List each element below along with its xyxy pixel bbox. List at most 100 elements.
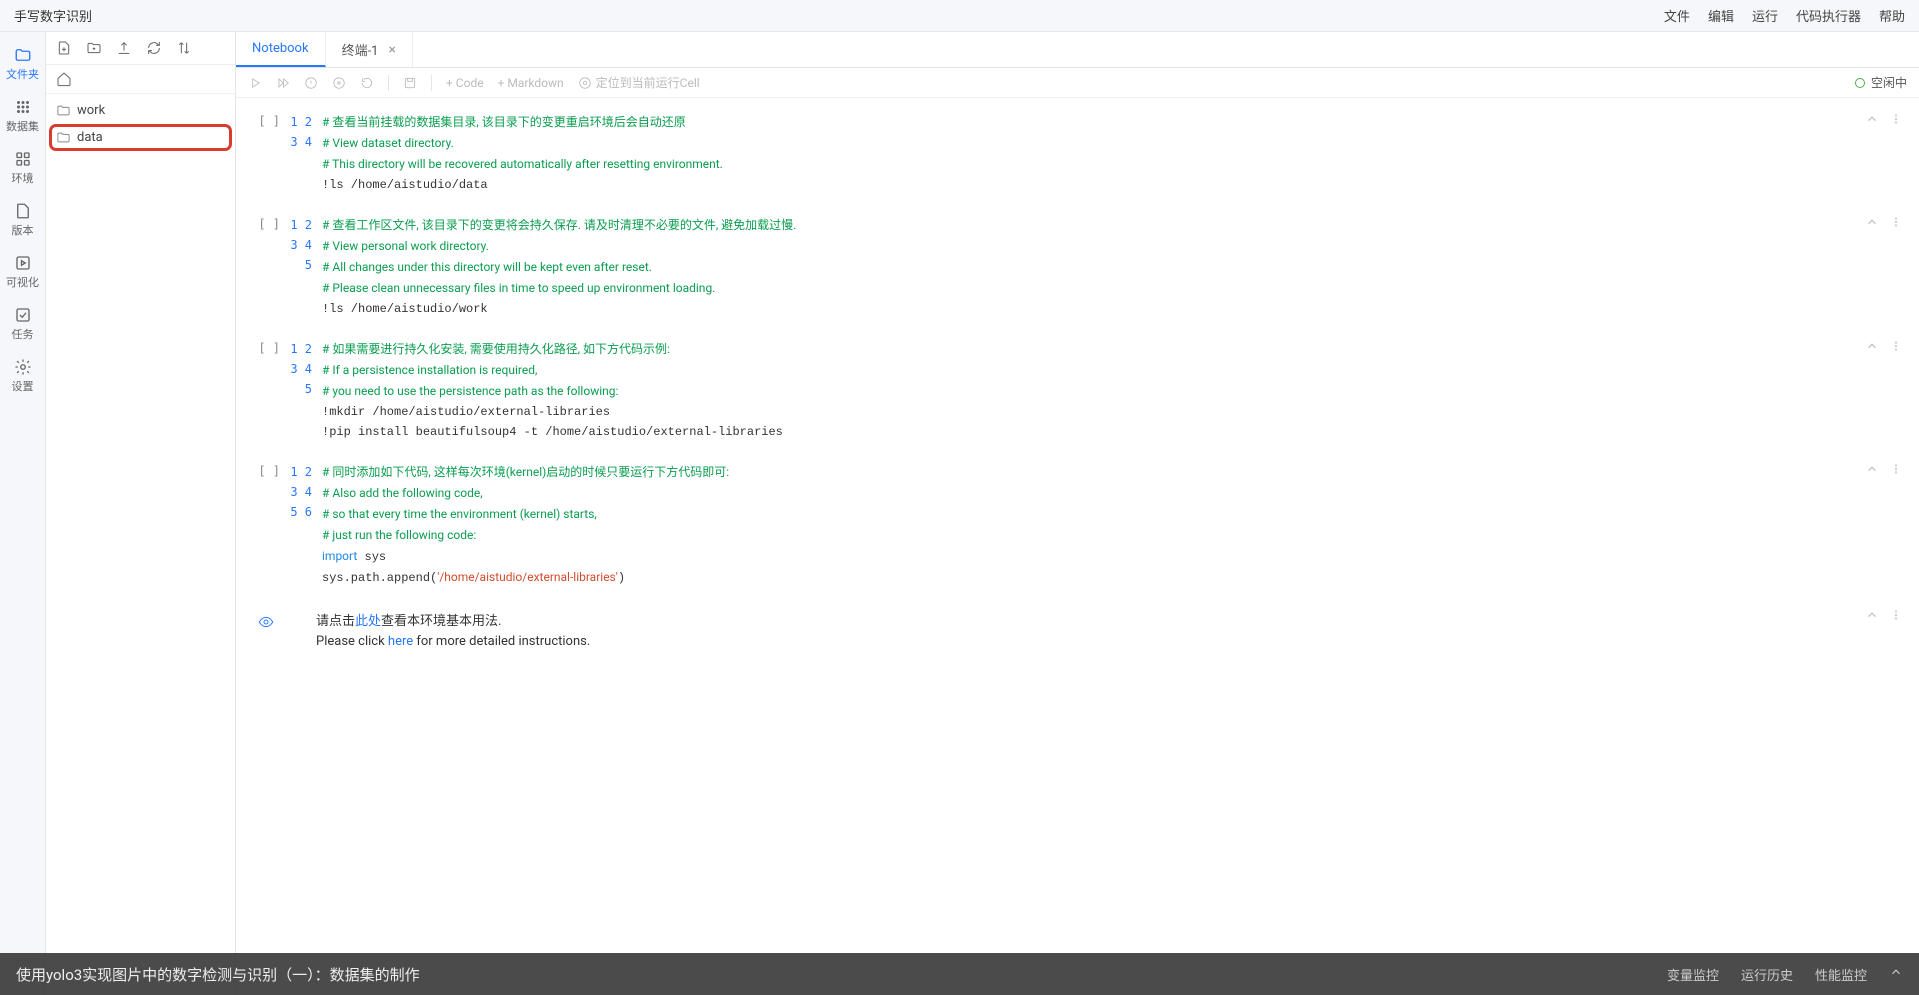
menu-run[interactable]: 运行 [1752, 6, 1778, 25]
file-item-data[interactable]: data [50, 125, 231, 150]
goto-running-cell[interactable]: 定位到当前运行Cell [578, 74, 700, 91]
code-cell[interactable]: [ ]1 2 3 4 5 6# 同时添加如下代码, 这样每次环境(kernel)… [246, 462, 1909, 588]
cell-prompt: [ ] [246, 112, 286, 195]
md-link-2[interactable]: here [388, 634, 413, 649]
menu-file[interactable]: 文件 [1664, 6, 1690, 25]
cell-code[interactable]: # 如果需要进行持久化安装, 需要使用持久化路径, 如下方代码示例: # If … [322, 339, 1909, 442]
rail-item-doc[interactable]: 版本 [0, 194, 45, 246]
topbar-menus: 文件 编辑 运行 代码执行器 帮助 [1664, 6, 1905, 25]
md-link-1[interactable]: 此处 [355, 614, 381, 629]
breadcrumb-home[interactable] [46, 65, 235, 94]
run-icon[interactable] [248, 76, 262, 90]
line-numbers: 1 2 3 4 [286, 112, 322, 195]
kernel-status-dot [1855, 78, 1865, 88]
line-numbers: 1 2 3 4 5 6 [286, 462, 322, 588]
bottom-perf-monitor[interactable]: 性能监控 [1815, 965, 1867, 984]
rail-label: 可视化 [6, 274, 39, 290]
rail-item-check[interactable]: 任务 [0, 298, 45, 350]
kernel-status-text: 空闲中 [1871, 74, 1907, 91]
menu-executor[interactable]: 代码执行器 [1796, 6, 1861, 25]
collapse-icon[interactable] [1865, 608, 1879, 622]
tab-终端-1[interactable]: 终端-1 × [326, 32, 413, 67]
line-numbers: 1 2 3 4 5 [286, 339, 322, 442]
code-cell[interactable]: [ ]1 2 3 4 5# 如果需要进行持久化安装, 需要使用持久化路径, 如下… [246, 339, 1909, 442]
app-title: 手写数字识别 [14, 6, 92, 25]
upload-icon[interactable] [116, 40, 132, 56]
cell-prompt: [ ] [246, 215, 286, 319]
file-list: work data [46, 94, 235, 995]
run-all-icon[interactable] [276, 76, 290, 90]
sort-icon[interactable] [176, 40, 192, 56]
rail-label: 数据集 [6, 118, 39, 134]
eye-icon [246, 612, 286, 652]
rail-label: 设置 [12, 378, 34, 394]
gear-icon [14, 358, 32, 376]
menu-edit[interactable]: 编辑 [1708, 6, 1734, 25]
add-markdown-button[interactable]: + Markdown [498, 76, 564, 90]
rail-item-folder[interactable]: 文件夹 [0, 38, 45, 90]
file-item-work[interactable]: work [46, 98, 235, 123]
rail-label: 环境 [12, 170, 34, 186]
cell-code[interactable]: # 查看工作区文件, 该目录下的变更将会持久保存. 请及时清理不必要的文件, 避… [322, 215, 1909, 319]
folder-icon [14, 46, 32, 64]
content-area: Notebook 终端-1 × + Code + Markdown 定位到当前运行C… [236, 32, 1919, 995]
code-cell[interactable]: [ ]1 2 3 4# 查看当前挂载的数据集目录, 该目录下的变更重启环境后会自… [246, 112, 1909, 195]
restart-icon[interactable] [360, 76, 374, 90]
left-rail: 文件夹数据集环境版本可视化任务设置 [0, 32, 46, 995]
toolbar-separator [388, 75, 389, 91]
new-folder-icon[interactable] [86, 40, 102, 56]
new-file-icon[interactable] [56, 40, 72, 56]
refresh-icon[interactable] [146, 40, 162, 56]
collapse-icon[interactable] [1865, 339, 1879, 353]
bottom-var-monitor[interactable]: 变量监控 [1667, 965, 1719, 984]
markdown-content: 请点击此处查看本环境基本用法.Please click here for mor… [286, 612, 1909, 652]
file-panel: work data [46, 32, 236, 995]
save-icon[interactable] [403, 76, 417, 90]
close-icon[interactable]: × [388, 42, 395, 58]
bottom-run-history[interactable]: 运行历史 [1741, 965, 1793, 984]
markdown-cell[interactable]: 请点击此处查看本环境基本用法.Please click here for mor… [246, 608, 1909, 656]
tab-Notebook[interactable]: Notebook [236, 32, 326, 67]
rail-item-play[interactable]: 可视化 [0, 246, 45, 298]
more-icon[interactable] [1889, 339, 1903, 353]
more-icon[interactable] [1889, 112, 1903, 126]
bottom-bar: 使用yolo3实现图片中的数字检测与识别（一）：数据集的制作 变量监控 运行历史… [0, 953, 1919, 995]
collapse-icon[interactable] [1865, 112, 1879, 126]
more-icon[interactable] [1889, 608, 1903, 622]
bottom-title: 使用yolo3实现图片中的数字检测与识别（一）：数据集的制作 [16, 964, 420, 985]
cell-code[interactable]: # 查看当前挂载的数据集目录, 该目录下的变更重启环境后会自动还原 # View… [322, 112, 1909, 195]
collapse-icon[interactable] [1865, 462, 1879, 476]
interrupt-icon[interactable] [332, 76, 346, 90]
rail-label: 任务 [12, 326, 34, 342]
stop-icon[interactable] [304, 76, 318, 90]
grid-icon [14, 98, 32, 116]
chevron-up-icon[interactable] [1889, 965, 1903, 983]
menu-help[interactable]: 帮助 [1879, 6, 1905, 25]
collapse-icon[interactable] [1865, 215, 1879, 229]
more-icon[interactable] [1889, 462, 1903, 476]
notebook-toolbar: + Code + Markdown 定位到当前运行Cell 空闲中 [236, 68, 1919, 98]
check-icon [14, 306, 32, 324]
file-name: work [77, 103, 105, 118]
cell-prompt: [ ] [246, 462, 286, 588]
code-cell[interactable]: [ ]1 2 3 4 5# 查看工作区文件, 该目录下的变更将会持久保存. 请及… [246, 215, 1909, 319]
cell-prompt: [ ] [246, 339, 286, 442]
add-code-button[interactable]: + Code [446, 76, 484, 90]
tabbar: Notebook 终端-1 × [236, 32, 1919, 68]
play-icon [14, 254, 32, 272]
rail-item-grid[interactable]: 数据集 [0, 90, 45, 142]
cell-code[interactable]: # 同时添加如下代码, 这样每次环境(kernel)启动的时候只要运行下方代码即… [322, 462, 1909, 588]
rail-item-gear[interactable]: 设置 [0, 350, 45, 402]
topbar: 手写数字识别 文件 编辑 运行 代码执行器 帮助 [0, 0, 1919, 32]
tab-label: 终端-1 [342, 40, 379, 59]
doc-icon [14, 202, 32, 220]
rail-label: 版本 [12, 222, 34, 238]
tab-label: Notebook [252, 41, 309, 56]
line-numbers: 1 2 3 4 5 [286, 215, 322, 319]
apps-icon [14, 150, 32, 168]
more-icon[interactable] [1889, 215, 1903, 229]
toolbar-separator [431, 75, 432, 91]
rail-label: 文件夹 [6, 66, 39, 82]
file-toolbar [46, 32, 235, 65]
rail-item-apps[interactable]: 环境 [0, 142, 45, 194]
